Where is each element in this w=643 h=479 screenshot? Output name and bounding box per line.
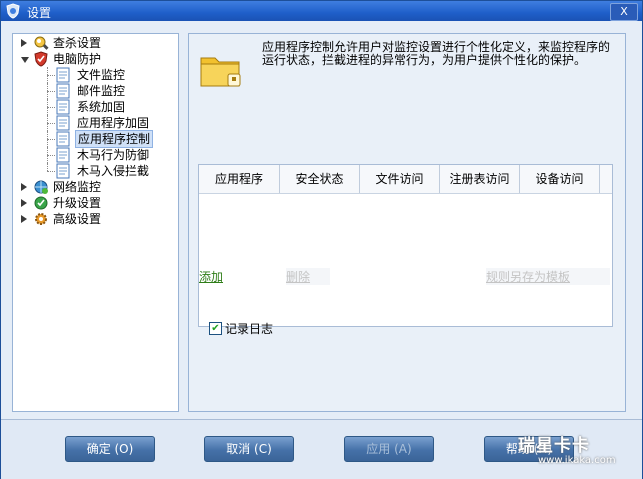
delete-link[interactable]: 删除 <box>286 268 331 285</box>
page-icon <box>56 163 70 179</box>
watermark-url: www.ikaka.com <box>538 455 616 466</box>
app-control-panel: 应用程序控制允许用户对监控设置进行个性化定义，来监控程序的运行状态，拦截进程的异… <box>188 33 626 412</box>
tree-item-label: 应用程序加固 <box>77 116 150 130</box>
column-header-device-access[interactable]: 设备访问 <box>520 165 600 193</box>
shield-icon <box>34 51 48 67</box>
tree-item-mail-monitor[interactable]: 邮件监控 <box>13 83 173 99</box>
tree-item-pc-protection[interactable]: 电脑防护 <box>13 51 173 67</box>
network-icon <box>34 180 48 194</box>
folder-icon <box>200 57 241 87</box>
column-header-file-access[interactable]: 文件访问 <box>360 165 440 193</box>
ok-button[interactable]: 确定 (O) <box>65 436 155 462</box>
tree-item-system-hardening[interactable]: 系统加固 <box>13 99 173 115</box>
close-button[interactable]: X <box>610 3 638 21</box>
tree-item-app-hardening[interactable]: 应用程序加固 <box>13 115 173 131</box>
tree-item-network-monitor[interactable]: 网络监控 <box>13 179 173 195</box>
page-icon <box>56 115 70 131</box>
tree-item-update-settings[interactable]: 升级设置 <box>13 195 173 211</box>
column-header-app[interactable]: 应用程序 <box>199 165 280 193</box>
collapse-arrow-icon[interactable] <box>21 57 29 63</box>
rules-list[interactable]: 应用程序 安全状态 文件访问 注册表访问 设备访问 <box>198 164 613 327</box>
expand-arrow-icon[interactable] <box>21 39 27 47</box>
apply-button[interactable]: 应用 (A) <box>344 436 434 462</box>
record-log-checkbox[interactable]: ✔ <box>209 322 222 335</box>
scan-icon <box>34 36 49 50</box>
window-title: 设置 <box>27 6 52 20</box>
tree-item-label: 升级设置 <box>53 196 102 210</box>
column-header-security-status[interactable]: 安全状态 <box>280 165 360 193</box>
tree-item-label: 邮件监控 <box>77 84 126 98</box>
update-icon <box>34 196 48 210</box>
list-header: 应用程序 安全状态 文件访问 注册表访问 设备访问 <box>199 165 612 194</box>
tree-item-label: 高级设置 <box>53 212 102 226</box>
page-icon <box>56 131 70 147</box>
tree-item-label: 系统加固 <box>77 100 126 114</box>
tree-item-file-monitor[interactable]: 文件监控 <box>13 67 173 83</box>
expand-arrow-icon[interactable] <box>21 215 27 223</box>
tree-item-label: 木马行为防御 <box>77 148 150 162</box>
watermark: 瑞星卡卡 www.ikaka.com <box>506 431 640 471</box>
title-bar: 设置 X <box>1 1 642 21</box>
expand-arrow-icon[interactable] <box>21 199 27 207</box>
record-log-label: 记录日志 <box>225 322 274 336</box>
page-icon <box>56 99 70 115</box>
tree-item-label: 电脑防护 <box>53 52 102 66</box>
page-description: 应用程序控制允许用户对监控设置进行个性化定义，来监控程序的运行状态，拦截进程的异… <box>262 40 611 67</box>
tree-item-trojan-defense[interactable]: 木马行为防御 <box>13 147 173 163</box>
tree-item-label: 查杀设置 <box>53 36 102 50</box>
tree-item-label: 文件监控 <box>77 68 126 82</box>
tree-item-scan-settings[interactable]: 查杀设置 <box>13 35 173 51</box>
add-link[interactable]: 添加 <box>199 268 223 285</box>
watermark-text: 瑞星卡卡 <box>518 436 590 456</box>
column-header-registry-access[interactable]: 注册表访问 <box>440 165 520 193</box>
cancel-button[interactable]: 取消 (C) <box>204 436 294 462</box>
settings-tree: 查杀设置 电脑防护 文件监控 邮件监控 系统加固 应用程序加固 应用程序控制 木… <box>12 33 179 412</box>
tree-item-label: 木马入侵拦截 <box>77 164 150 178</box>
page-icon <box>56 67 70 83</box>
app-shield-icon <box>6 3 20 19</box>
tree-item-advanced-settings[interactable]: 高级设置 <box>13 211 173 227</box>
save-as-template-link[interactable]: 规则另存为模板 <box>486 268 611 285</box>
tree-item-app-control[interactable]: 应用程序控制 <box>13 130 173 148</box>
page-icon <box>56 83 70 99</box>
settings-window: 设置 X 查杀设置 电脑防护 文件监控 邮件监控 系统加固 应用程序加固 应用程… <box>0 0 643 479</box>
tree-item-trojan-intrusion-block[interactable]: 木马入侵拦截 <box>13 163 173 179</box>
page-icon <box>56 147 70 163</box>
tree-item-label-selected: 应用程序控制 <box>75 130 154 148</box>
gear-icon <box>35 213 47 225</box>
expand-arrow-icon[interactable] <box>21 183 27 191</box>
tree-item-label: 网络监控 <box>53 180 102 194</box>
